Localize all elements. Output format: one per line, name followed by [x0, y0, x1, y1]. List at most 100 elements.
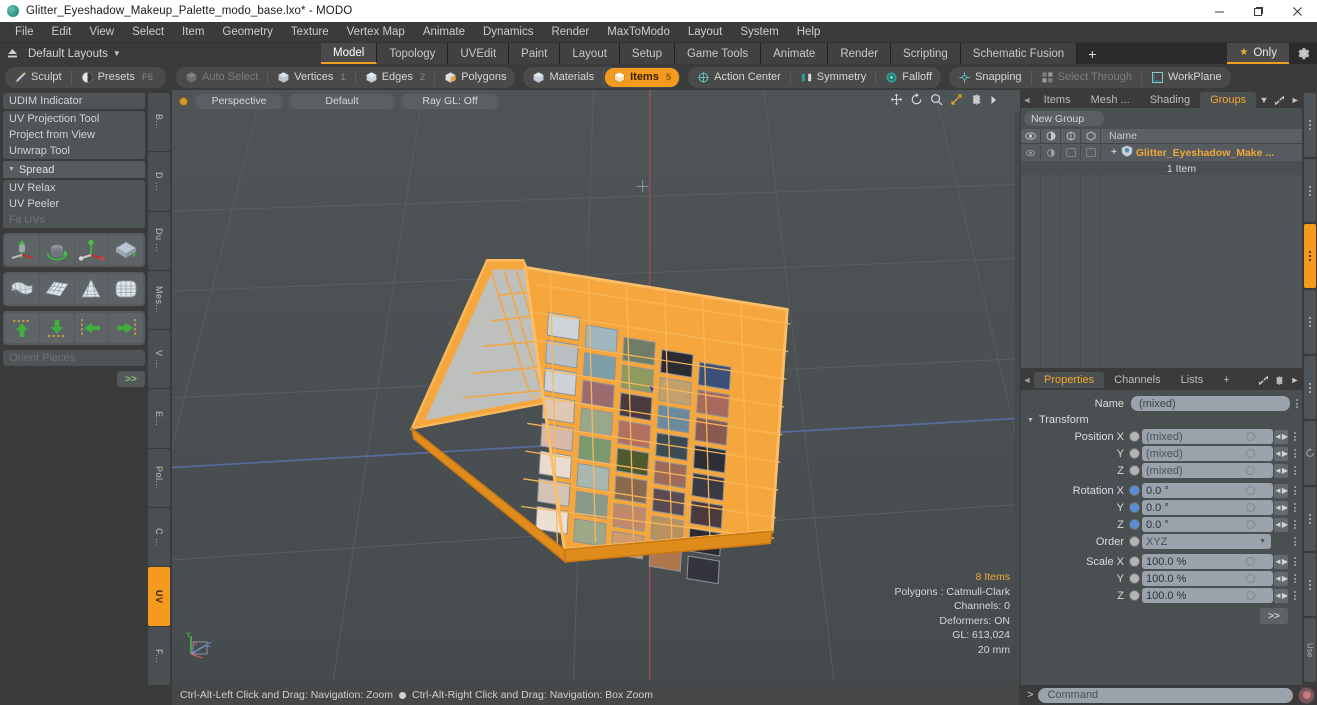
menu-dynamics[interactable]: Dynamics [474, 22, 542, 43]
tab-scroll-right-icon[interactable]: ► [1287, 92, 1303, 108]
action-center-button[interactable]: Action Center [689, 68, 789, 87]
drag-handle[interactable] [1290, 429, 1300, 444]
presets-button[interactable]: Presets F6 [73, 68, 161, 87]
add-properties-tab-button[interactable]: + [1213, 372, 1239, 388]
tab-game-tools[interactable]: Game Tools [674, 43, 762, 64]
tab-shading[interactable]: Shading [1140, 92, 1200, 108]
channel-radio[interactable] [1129, 519, 1140, 530]
orient-pieces-field[interactable]: Orient Pieces [3, 350, 145, 366]
vtab-e[interactable]: E... [148, 389, 170, 448]
chevron-down-icon[interactable]: ▼ [1256, 92, 1272, 108]
select-icon[interactable] [1081, 128, 1101, 144]
checkbox[interactable] [1065, 148, 1076, 157]
vtab-uv[interactable]: UV [148, 567, 170, 626]
uv-rotate-icon[interactable] [39, 235, 74, 265]
order-select[interactable]: XYZ ▼ [1142, 534, 1271, 549]
viewport-canvas[interactable] [172, 90, 1020, 685]
tab-uvedit[interactable]: UVEdit [448, 43, 510, 64]
tab-properties[interactable]: Properties [1034, 372, 1105, 388]
tab-scripting[interactable]: Scripting [891, 43, 961, 64]
rvtab-7[interactable] [1304, 487, 1316, 551]
position-z-input[interactable]: (mixed) [1142, 463, 1273, 478]
uv-scale-icon[interactable] [74, 235, 109, 265]
project-from-view-button[interactable]: Project from View [3, 127, 145, 143]
vtab-mesh[interactable]: Mes... [148, 270, 170, 330]
rotation-y-input[interactable]: 0.0 ° [1142, 500, 1273, 515]
channel-radio[interactable] [1129, 431, 1140, 442]
channel-radio[interactable] [1129, 556, 1140, 567]
gear-icon[interactable] [1289, 43, 1317, 64]
channel-radio[interactable] [1129, 485, 1140, 496]
rotation-z-input[interactable]: 0.0 ° [1142, 517, 1273, 532]
channel-radio[interactable] [1129, 465, 1140, 476]
menu-vertex-map[interactable]: Vertex Map [338, 22, 414, 43]
eye-icon[interactable] [1021, 128, 1041, 144]
tab-channels[interactable]: Channels [1104, 372, 1170, 388]
menu-select[interactable]: Select [123, 22, 173, 43]
rvtab-rotate[interactable] [1304, 421, 1316, 486]
expand-panel-icon[interactable] [1255, 372, 1271, 388]
menu-animate[interactable]: Animate [414, 22, 474, 43]
vtab-pol[interactable]: Pol... [148, 448, 170, 508]
menu-layout[interactable]: Layout [679, 22, 732, 43]
layout-selector[interactable]: Default Layouts ▼ [0, 43, 321, 64]
drag-handle[interactable] [1292, 396, 1302, 411]
edges-button[interactable]: Edges 2 [357, 68, 434, 87]
scale-x-stepper[interactable]: ◄▶ [1274, 554, 1288, 569]
unwrap-tool-button[interactable]: Unwrap Tool [3, 143, 145, 159]
items-button[interactable]: Items 5 [605, 67, 680, 87]
drag-handle[interactable] [1290, 463, 1300, 478]
tab-paint[interactable]: Paint [509, 43, 561, 64]
vtab-du[interactable]: Du ... [148, 211, 170, 270]
uv-relax-button[interactable]: UV Relax [3, 180, 145, 196]
rotation-x-input[interactable]: 0.0 ° [1142, 483, 1273, 498]
tab-scroll-left-icon[interactable]: ◄ [1020, 372, 1034, 388]
lock-icon[interactable] [1041, 128, 1061, 144]
minimize-icon[interactable] [1200, 0, 1239, 22]
drag-handle[interactable] [1290, 446, 1300, 461]
expand-toggle-icon[interactable]: + [1111, 147, 1117, 158]
tab-topology[interactable]: Topology [377, 43, 449, 64]
view-mode-dropdown[interactable]: Perspective [195, 93, 283, 109]
vtab-v[interactable]: V ... [148, 330, 170, 389]
vtab-b[interactable]: B... [148, 93, 170, 152]
scale-z-stepper[interactable]: ◄▶ [1274, 588, 1288, 603]
raygl-toggle[interactable]: Ray GL: Off [401, 93, 499, 109]
layout-eject-icon[interactable] [0, 47, 24, 60]
name-input[interactable]: (mixed) [1131, 396, 1290, 411]
vertices-button[interactable]: Vertices 1 [269, 68, 353, 87]
udim-indicator-button[interactable]: UDIM Indicator [3, 93, 145, 109]
add-tab-button[interactable]: + [1077, 43, 1108, 64]
rvtab-1[interactable] [1304, 93, 1316, 157]
align-up-icon[interactable] [5, 313, 39, 343]
tab-lists[interactable]: Lists [1171, 372, 1214, 388]
left-panel-more-button[interactable]: >> [117, 371, 145, 387]
vtab-f[interactable]: F... [148, 626, 170, 685]
row-lock-toggle[interactable] [1041, 145, 1061, 160]
channel-radio[interactable] [1129, 536, 1140, 547]
rotation-y-stepper[interactable]: ◄▶ [1274, 500, 1288, 515]
only-toggle-button[interactable]: ★ Only [1227, 43, 1289, 64]
checkbox[interactable] [1085, 148, 1096, 157]
align-left-icon[interactable] [74, 313, 109, 343]
channel-radio[interactable] [1129, 590, 1140, 601]
position-y-input[interactable]: (mixed) [1142, 446, 1273, 461]
3d-viewport[interactable]: Perspective Default Ray GL: Off 8 Items … [172, 90, 1020, 685]
menu-geometry[interactable]: Geometry [213, 22, 282, 43]
sculpt-button[interactable]: Sculpt [6, 68, 70, 87]
tab-model[interactable]: Model [321, 43, 378, 64]
materials-button[interactable]: Materials [524, 68, 602, 87]
select-through-button[interactable]: Select Through [1033, 68, 1140, 87]
channel-radio[interactable] [1129, 448, 1140, 459]
drag-handle[interactable] [1290, 534, 1300, 549]
row-visibility-toggle[interactable] [1021, 145, 1041, 160]
uv-drape-icon[interactable] [5, 274, 39, 304]
close-icon[interactable] [1278, 0, 1317, 22]
workplane-button[interactable]: WorkPlane [1143, 68, 1230, 87]
rvtab-8[interactable] [1304, 552, 1316, 617]
channel-radio[interactable] [1129, 573, 1140, 584]
layout-name[interactable]: Default Layouts [24, 48, 108, 60]
uv-flip-icon[interactable] [109, 235, 143, 265]
properties-more-button[interactable]: >> [1260, 608, 1288, 624]
scale-z-input[interactable]: 100.0 % [1142, 588, 1273, 603]
